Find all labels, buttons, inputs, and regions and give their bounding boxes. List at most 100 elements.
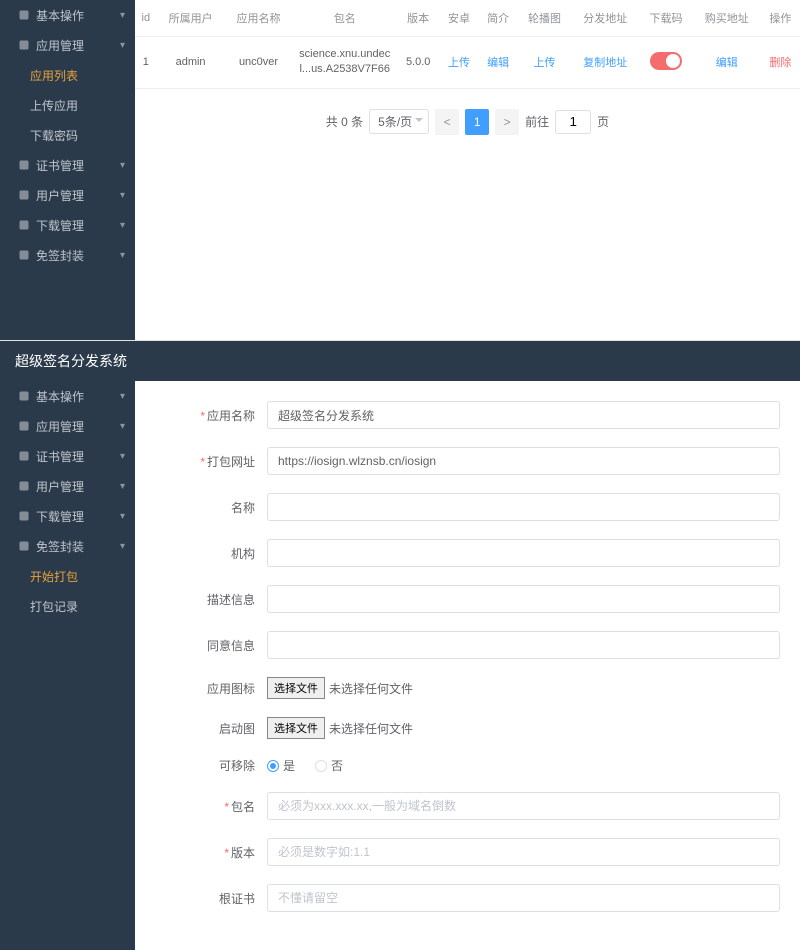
delete-link[interactable]: 删除 <box>769 57 791 69</box>
sidebar-item-label: 下载管理 <box>36 217 84 234</box>
upload-android-link[interactable]: 上传 <box>448 57 470 69</box>
name-label: 名称 <box>175 499 255 516</box>
sidebar-item-5[interactable]: 证书管理 ▾ <box>0 150 135 180</box>
goto-suffix: 页 <box>597 113 609 130</box>
sidebar-item-2[interactable]: 应用列表 <box>0 60 135 90</box>
cell-user: admin <box>157 37 225 89</box>
ver-input[interactable] <box>267 838 780 866</box>
desc-label: 描述信息 <box>175 591 255 608</box>
table-header: 所属用户 <box>157 0 225 37</box>
chevron-down-icon: ▾ <box>120 511 125 522</box>
cert-icon <box>18 450 30 462</box>
sidebar-item-label: 基本操作 <box>36 7 84 24</box>
sidebar-bottom: 基本操作▾应用管理▾证书管理▾ 用户管理 ▾ 下载管理 ▾ 免签封装▾ 开始打包打包记录 <box>0 381 135 950</box>
cell-ver: 5.0.0 <box>397 37 439 89</box>
edit-buy-link[interactable]: 编辑 <box>716 57 738 69</box>
table-header: id <box>135 0 157 37</box>
sidebar-item-label: 下载管理 <box>36 508 84 525</box>
sidebar-item-label: 应用管理 <box>36 37 84 54</box>
cell-id: 1 <box>135 37 157 89</box>
chevron-down-icon: ▾ <box>120 481 125 492</box>
sidebar-item-3[interactable]: 上传应用 <box>0 90 135 120</box>
upload-carousel-link[interactable]: 上传 <box>534 57 556 69</box>
sidebar-item-0[interactable]: 基本操作 ▾ <box>0 0 135 30</box>
table-header: 版本 <box>397 0 439 37</box>
pkg-label: *包名 <box>175 798 255 815</box>
removable-label: 可移除 <box>175 757 255 774</box>
chevron-down-icon: ▾ <box>120 391 125 402</box>
removable-no-radio[interactable]: 否 <box>315 757 343 774</box>
sidebar-item-1[interactable]: 应用管理▾ <box>0 30 135 60</box>
chevron-down-icon: ▾ <box>120 160 125 171</box>
user-icon <box>18 390 30 402</box>
package-form: *应用名称 *打包网址 名称 机构 描述信息 <box>135 381 800 950</box>
download-code-toggle[interactable] <box>650 52 682 70</box>
url-input[interactable] <box>267 447 780 475</box>
agree-label: 同意信息 <box>175 637 255 654</box>
dl-icon <box>18 219 30 231</box>
sidebar-item-label: 免签封装 <box>36 247 84 264</box>
page-next[interactable]: > <box>495 109 519 135</box>
main-content-top: id所属用户应用名称包名版本安卓简介轮播图分发地址下载码购买地址操作 1 adm… <box>135 0 800 340</box>
sidebar-item-5[interactable]: 免签封装▾ <box>0 531 135 561</box>
url-label: *打包网址 <box>175 453 255 470</box>
table-header: 操作 <box>761 0 800 37</box>
name-input[interactable] <box>267 493 780 521</box>
page-size-select[interactable]: 5条/页 <box>369 109 429 134</box>
sidebar-item-label: 用户管理 <box>36 478 84 495</box>
chevron-down-icon: ▾ <box>120 250 125 261</box>
table-header: 下载码 <box>639 0 693 37</box>
sidebar-item-label: 证书管理 <box>36 157 84 174</box>
sidebar-item-6[interactable]: 开始打包 <box>0 561 135 591</box>
app-name-input[interactable] <box>267 401 780 429</box>
dl-icon <box>18 510 30 522</box>
sidebar-item-4[interactable]: 下载密码 <box>0 120 135 150</box>
list-icon <box>18 189 30 201</box>
sidebar-item-7[interactable]: 打包记录 <box>0 591 135 621</box>
desc-input[interactable] <box>267 585 780 613</box>
copy-dist-link[interactable]: 复制地址 <box>583 57 627 69</box>
pagination: 共 0 条 5条/页 < 1 > 前往 页 <box>135 89 800 155</box>
goto-input[interactable] <box>555 110 591 134</box>
sidebar-item-3[interactable]: 用户管理 ▾ <box>0 471 135 501</box>
sidebar-item-7[interactable]: 下载管理 ▾ <box>0 210 135 240</box>
table-header: 安卓 <box>439 0 478 37</box>
sidebar-item-0[interactable]: 基本操作▾ <box>0 381 135 411</box>
table-header: 简介 <box>479 0 518 37</box>
launch-file-button[interactable]: 选择文件 <box>267 717 325 739</box>
sidebar-item-6[interactable]: 用户管理▾ <box>0 180 135 210</box>
org-input[interactable] <box>267 539 780 567</box>
ver-label: *版本 <box>175 844 255 861</box>
cell-app: unc0ver <box>225 37 293 89</box>
chevron-down-icon: ▾ <box>120 451 125 462</box>
main-content-bottom: *应用名称 *打包网址 名称 机构 描述信息 <box>135 381 800 950</box>
sidebar-item-8[interactable]: 免签封装 ▾ <box>0 240 135 270</box>
app-name-label: *应用名称 <box>175 407 255 424</box>
removable-yes-radio[interactable]: 是 <box>267 757 295 774</box>
edit-intro-link[interactable]: 编辑 <box>487 57 509 69</box>
sidebar-item-label: 开始打包 <box>30 568 78 585</box>
user-icon <box>18 9 30 21</box>
icon-file-button[interactable]: 选择文件 <box>267 677 325 699</box>
cert-input[interactable] <box>267 884 780 912</box>
sidebar-item-4[interactable]: 下载管理 ▾ <box>0 501 135 531</box>
pack-icon <box>18 249 30 261</box>
launch-label: 启动图 <box>175 720 255 737</box>
table-header: 包名 <box>292 0 397 37</box>
sidebar-item-2[interactable]: 证书管理▾ <box>0 441 135 471</box>
chevron-down-icon: ▾ <box>120 220 125 231</box>
agree-input[interactable] <box>267 631 780 659</box>
header-bar: 超级签名分发系统 <box>0 341 800 381</box>
org-label: 机构 <box>175 545 255 562</box>
sidebar-item-label: 上传应用 <box>30 97 78 114</box>
chevron-down-icon: ▾ <box>120 10 125 21</box>
sidebar-item-1[interactable]: 应用管理▾ <box>0 411 135 441</box>
cell-pkg: science.xnu.undecl...us.A2538V7F66 <box>292 37 397 89</box>
pkg-input[interactable] <box>267 792 780 820</box>
page-prev[interactable]: < <box>435 109 459 135</box>
pagination-total: 共 0 条 <box>326 113 363 130</box>
list-icon <box>18 480 30 492</box>
table-header: 购买地址 <box>693 0 761 37</box>
page-current[interactable]: 1 <box>465 109 489 135</box>
pack-icon <box>18 540 30 552</box>
